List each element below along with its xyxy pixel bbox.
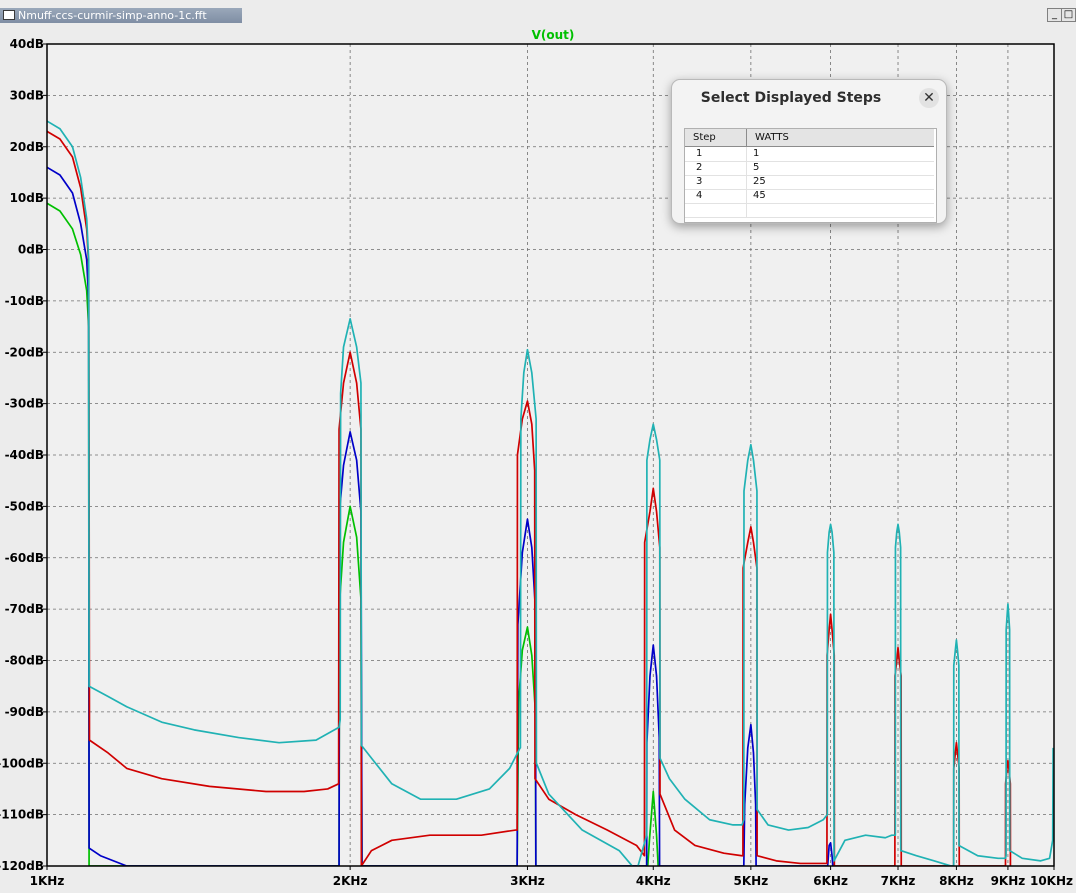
y-tick-label: -30dB [5, 397, 44, 411]
y-tick-label: -50dB [5, 499, 44, 513]
y-tick-label: 10dB [10, 191, 44, 205]
y-tick-label: -60dB [5, 551, 44, 565]
y-tick-label: -90dB [5, 705, 44, 719]
x-tick-label: 8KHz [939, 874, 974, 888]
step-cell: 3 [685, 175, 747, 189]
y-tick-label: -80dB [5, 654, 44, 668]
watts-cell: 45 [753, 190, 766, 201]
column-header-watts[interactable]: WATTS [747, 129, 934, 146]
x-tick-label: 3KHz [510, 874, 545, 888]
y-tick-label: -20dB [5, 345, 44, 359]
table-row[interactable]: 4 45 [685, 189, 934, 204]
y-tick-label: 20dB [10, 140, 44, 154]
step-cell [685, 203, 747, 217]
x-tick-label: 5KHz [734, 874, 769, 888]
watts-cell [747, 203, 934, 217]
watts-cell: 1 [753, 148, 760, 159]
y-tick-label: -100dB [0, 756, 44, 770]
dialog-title: Select Displayed Steps [700, 90, 882, 106]
step-cell: 2 [685, 161, 747, 175]
x-axis-ticks: 1KHz 2KHz 3KHz 4KHz 5KHz 6KHz 7KHz 8KHz 9KHz 10KH… [30, 866, 1073, 888]
step-cell: 1 [685, 147, 747, 161]
trace-label-vout[interactable]: V(out) [532, 28, 575, 42]
y-tick-label: 0dB [18, 243, 44, 257]
select-steps-dialog: Select Displayed Steps ✕ Step WATTS 1 1 … [671, 79, 947, 224]
x-tick-label: 4KHz [636, 874, 671, 888]
table-header: Step WATTS [685, 129, 934, 147]
x-tick-label: 10KHz [1030, 874, 1073, 888]
table-row[interactable] [685, 203, 934, 218]
table-row[interactable]: 2 5 [685, 161, 934, 176]
step-cell: 4 [685, 189, 747, 203]
y-tick-label: -120dB [0, 859, 44, 873]
y-tick-label: -40dB [5, 448, 44, 462]
watts-cell: 25 [753, 176, 766, 187]
column-header-step[interactable]: Step [685, 129, 747, 146]
x-tick-label: 6KHz [813, 874, 848, 888]
x-tick-label: 7KHz [881, 874, 916, 888]
table-row[interactable]: 3 25 [685, 175, 934, 190]
y-axis-ticks: 40dB 30dB 20dB 10dB 0dB -10dB -20dB -30dB -40dB -… [0, 37, 47, 873]
y-tick-label: -70dB [5, 602, 44, 616]
steps-table: Step WATTS 1 1 2 5 3 25 4 45 [684, 128, 937, 223]
table-row[interactable]: 1 1 [685, 147, 934, 162]
y-tick-label: 30dB [10, 88, 44, 102]
x-tick-label: 1KHz [30, 874, 65, 888]
watts-cell: 5 [753, 162, 760, 173]
x-tick-label: 2KHz [333, 874, 368, 888]
y-tick-label: 40dB [10, 37, 44, 51]
close-button[interactable]: ✕ [919, 88, 939, 108]
y-tick-label: -10dB [5, 294, 44, 308]
y-tick-label: -110dB [0, 808, 44, 822]
x-tick-label: 9KHz [991, 874, 1026, 888]
